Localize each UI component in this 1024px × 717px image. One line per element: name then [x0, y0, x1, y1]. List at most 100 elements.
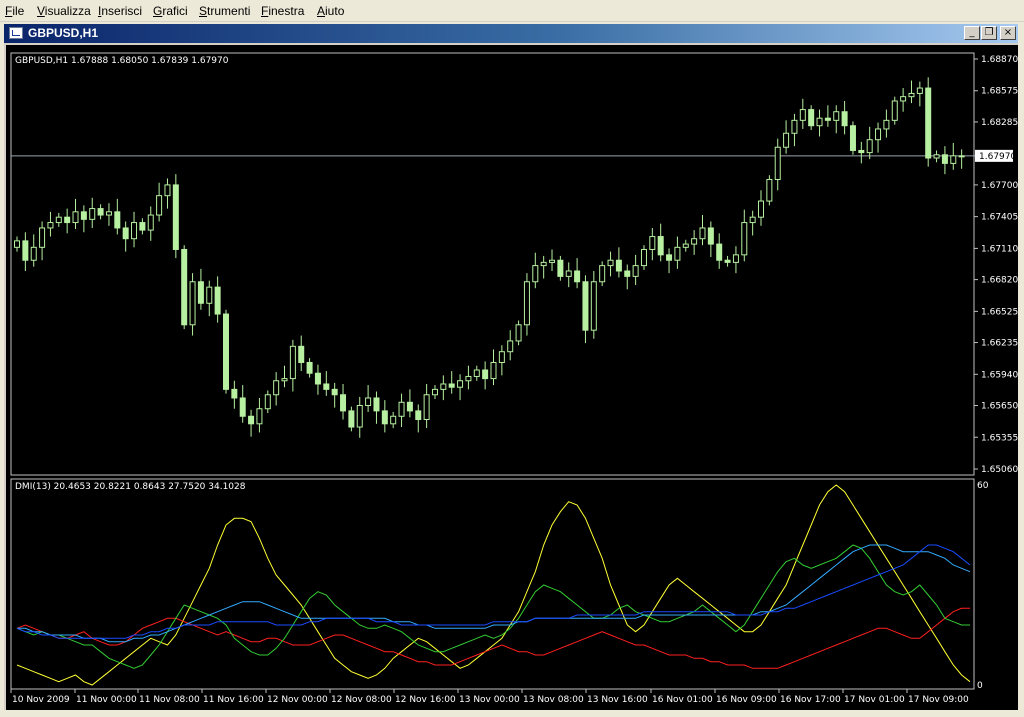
- candle-body: [950, 155, 957, 164]
- candle-body: [707, 227, 714, 245]
- candle-body: [482, 369, 489, 380]
- candle-body: [691, 238, 698, 245]
- price-tick-label: 1.67405: [981, 213, 1018, 223]
- menu-aiuto[interactable]: Aiuto: [317, 3, 344, 19]
- candle-body: [774, 146, 781, 181]
- time-tick-label: 16 Nov 17:00: [780, 695, 841, 705]
- candle-body: [415, 410, 422, 420]
- candle-body: [816, 117, 823, 127]
- candle-body: [298, 345, 305, 363]
- candle-body: [348, 410, 355, 428]
- candle-body: [314, 372, 321, 385]
- candle-body: [281, 378, 288, 382]
- restore-button[interactable]: ❐: [981, 26, 997, 40]
- dmi-tick-label: 60: [977, 481, 989, 491]
- price-tick-label: 1.65650: [981, 402, 1018, 412]
- menu-grafici[interactable]: Grafici: [153, 3, 188, 19]
- candle-body: [431, 388, 438, 396]
- candle-body: [72, 211, 79, 224]
- candle-body: [239, 397, 246, 417]
- price-chart[interactable]: 1.68870 1.68575 1.68285 1.67700 1.67405 1.671…: [6, 45, 1018, 710]
- candle-body: [323, 383, 330, 390]
- candle-body: [724, 259, 731, 263]
- candle-body: [14, 240, 20, 248]
- candle-body: [758, 200, 765, 218]
- candle-body: [799, 109, 806, 121]
- price-tick-label: 1.65355: [981, 433, 1018, 443]
- candle-body: [273, 380, 280, 396]
- candle-body: [599, 265, 606, 283]
- candle-body: [916, 87, 923, 94]
- candle-body: [172, 184, 179, 250]
- candle-body: [666, 254, 673, 261]
- candle-body: [457, 380, 464, 388]
- menu-bar: File Visualizza Inserisci Grafici Strumenti F…: [0, 0, 1024, 22]
- candle-body: [114, 211, 121, 229]
- menu-strumenti[interactable]: Strumenti: [199, 3, 250, 19]
- candle-body: [406, 401, 413, 412]
- price-tick-label: 1.67110: [981, 244, 1018, 254]
- candle-body: [498, 351, 505, 363]
- time-tick-label: 11 Nov 16:00: [203, 695, 264, 705]
- minimize-button[interactable]: _: [964, 26, 980, 40]
- candle-body: [883, 119, 890, 130]
- candle-body: [716, 243, 723, 261]
- candle-body: [490, 361, 497, 380]
- close-button[interactable]: ×: [1000, 26, 1016, 40]
- candle-body: [875, 128, 882, 141]
- candle-body: [231, 388, 238, 399]
- chart-window-titlebar[interactable]: GBPUSD,H1 _ ❐ ×: [4, 24, 1018, 43]
- candle-body: [824, 117, 831, 121]
- candle-body: [156, 195, 163, 216]
- menu-finestra[interactable]: Finestra: [261, 3, 304, 19]
- dmi-info-label: DMI(13) 20.4653 20.8221 0.8643 27.7520 3…: [15, 482, 246, 492]
- candle-body: [766, 179, 773, 202]
- candle-body: [197, 281, 204, 304]
- candle-body: [89, 208, 96, 220]
- candle-body: [590, 281, 597, 331]
- candle-body: [649, 236, 656, 250]
- candle-body: [30, 246, 37, 261]
- candle-body: [941, 154, 948, 164]
- candle-body: [523, 281, 530, 326]
- candle-body: [340, 394, 347, 412]
- price-tick-label: 1.68285: [981, 118, 1018, 128]
- time-tick-label: 17 Nov 09:00: [908, 695, 969, 705]
- menu-file[interactable]: File: [5, 3, 24, 19]
- time-tick-label: 13 Nov 08:00: [523, 695, 584, 705]
- time-tick-label: 12 Nov 08:00: [331, 695, 392, 705]
- candle-body: [248, 415, 255, 425]
- candle-body: [900, 96, 907, 102]
- candle-body: [925, 87, 932, 159]
- price-tick-label: 1.65060: [981, 465, 1018, 475]
- menu-visualizza[interactable]: Visualizza: [37, 3, 91, 19]
- candle-body: [565, 270, 572, 277]
- candle-body: [264, 394, 271, 410]
- dmi-tick-label: 0: [977, 681, 983, 691]
- time-tick-label: 10 Nov 2009: [12, 695, 70, 705]
- candle-body: [64, 216, 71, 224]
- time-tick-label: 11 Nov 08:00: [139, 695, 200, 705]
- price-tick-label: 1.65940: [981, 370, 1018, 380]
- candle-body: [557, 259, 564, 277]
- time-tick-label: 13 Nov 16:00: [587, 695, 648, 705]
- candle-body: [858, 149, 865, 154]
- candle-body: [398, 401, 405, 417]
- candle-body: [741, 222, 748, 256]
- candle-body: [423, 394, 430, 420]
- candle-body: [615, 259, 622, 272]
- candle-body: [331, 388, 338, 396]
- candle-body: [47, 222, 54, 229]
- menu-inserisci[interactable]: Inserisci: [98, 3, 142, 19]
- candle-body: [306, 361, 313, 374]
- price-tick-label: 1.68870: [981, 55, 1018, 65]
- candle-body: [549, 259, 556, 263]
- candle-body: [640, 248, 647, 267]
- candle-body: [55, 216, 62, 224]
- candle-body: [783, 132, 790, 148]
- candle-body: [908, 92, 915, 98]
- current-price-label: 1.67970: [979, 152, 1016, 162]
- price-info-label: GBPUSD,H1 1.67888 1.68050 1.67839 1.6797…: [15, 56, 229, 66]
- candle-body: [682, 243, 689, 248]
- candle-body: [473, 369, 480, 377]
